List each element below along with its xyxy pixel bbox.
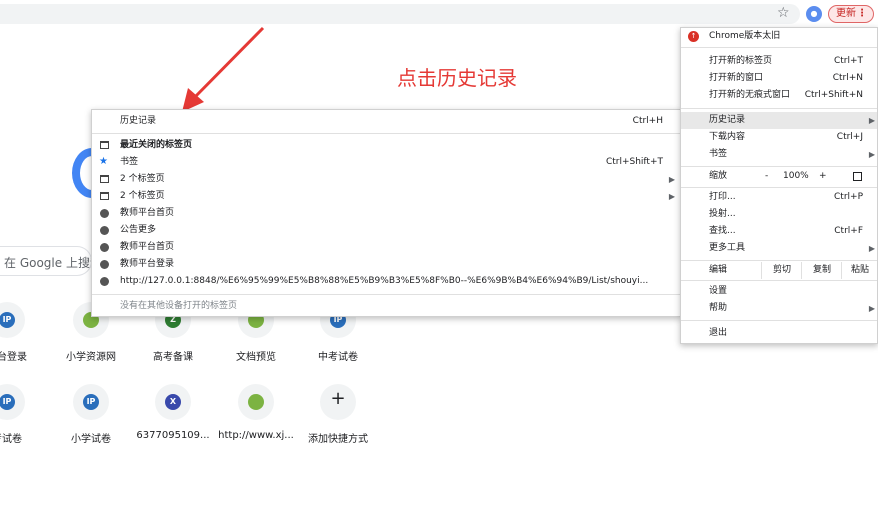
shortcut-tile[interactable]: IP 考试卷 [0,384,47,445]
history-entry[interactable]: 2 个标签页 ▶ [92,171,681,188]
site-favicon-icon: IP [0,302,25,338]
site-favicon-icon: X [155,384,191,420]
more-tools-item[interactable]: 更多工具 ▶ [681,240,877,257]
recently-closed-heading: 最近关闭的标签页 [92,137,681,154]
browser-toolbar: ☆ ● 更新 ⋮ [0,0,878,28]
history-entry[interactable]: 2 个标签页 ▶ [92,188,681,205]
globe-icon [100,243,109,252]
search-input[interactable]: 在 Google 上搜索 [0,246,102,276]
star-icon: ★ [99,156,108,167]
site-favicon-icon: IP [73,384,109,420]
new-window-item[interactable]: 打开新的窗口 Ctrl+N [681,70,877,87]
site-favicon-icon: IP [0,384,25,420]
menu-divider [681,108,877,109]
add-shortcut-icon: + [320,384,356,420]
history-page-item[interactable]: 历史记录 Ctrl+H [92,113,681,130]
menu-divider [92,133,681,134]
update-chrome-item[interactable]: ↑ Chrome版本太旧 [681,28,877,45]
shortcut-label: 小学资源网 [66,352,116,363]
chevron-right-icon: ▶ [668,192,675,201]
annotation-arrow-icon [182,26,265,112]
zoom-level: 100% [783,171,809,181]
exit-item[interactable]: 退出 [681,325,877,342]
zoom-out-button[interactable]: - [765,168,768,185]
tab-icon [100,175,109,183]
shortcut-tile[interactable]: + 添加快捷方式 [298,384,378,445]
history-entry[interactable]: 教师平台首页 [92,205,681,222]
incognito-item[interactable]: 打开新的无痕式窗口 Ctrl+Shift+N [681,87,877,104]
shortcut-tile[interactable]: IP 小学试卷 [51,384,131,445]
history-entry[interactable]: ★ 书签 Ctrl+Shift+T [92,154,681,171]
globe-icon [100,277,109,286]
shortcut-tile[interactable]: http://www.xj... [216,384,296,441]
chevron-right-icon: ▶ [868,150,875,159]
shortcut-label: 平台登录 [0,352,27,363]
chevron-right-icon: ▶ [868,304,875,313]
history-entry[interactable]: 教师平台登录 [92,256,681,273]
edit-row: 编辑 剪切 复制 粘贴 [681,262,877,279]
menu-divider [681,280,877,281]
update-button-label: 更新 [836,8,856,19]
settings-item[interactable]: 设置 [681,283,877,300]
menu-divider [92,294,681,295]
tab-icon [100,192,109,200]
fullscreen-icon[interactable] [853,172,862,181]
find-item[interactable]: 查找... Ctrl+F [681,223,877,240]
shortcut-label: 小学试卷 [71,434,111,445]
chevron-right-icon: ▶ [668,175,675,184]
chevron-right-icon: ▶ [868,116,875,125]
shortcut-tile[interactable]: X 6377095109... [133,384,213,441]
shortcut-label: 6377095109... [136,430,210,441]
address-bar[interactable] [0,4,800,24]
menu-divider [681,187,877,188]
chevron-right-icon: ▶ [868,244,875,253]
paste-button[interactable]: 粘贴 [841,262,878,279]
shortcut-label: 添加快捷方式 [308,434,368,445]
shortcut-label: 高考备课 [153,352,193,363]
globe-icon [100,260,109,269]
globe-icon [100,226,109,235]
search-placeholder: 在 Google 上搜索 [4,256,102,270]
kebab-menu-icon: ⋮ [857,8,867,19]
update-button[interactable]: 更新 ⋮ [828,5,874,23]
zoom-row: 缩放 - 100% + [681,168,877,185]
site-favicon-icon [238,384,274,420]
history-entry[interactable]: 教师平台首页 [92,239,681,256]
print-item[interactable]: 打印... Ctrl+P [681,189,877,206]
new-tab-item[interactable]: 打开新的标签页 Ctrl+T [681,53,877,70]
tab-icon [100,141,109,149]
history-submenu: 历史记录 Ctrl+H 最近关闭的标签页 ★ 书签 Ctrl+Shift+T 2 个标… [91,109,682,317]
shortcut-label: 文档预览 [236,352,276,363]
shortcut-label: 考试卷 [0,434,22,445]
menu-divider [681,47,877,48]
shortcut-label: 中考试卷 [318,352,358,363]
annotation-text: 点击历史记录 [397,66,517,90]
cast-item[interactable]: 投射... [681,206,877,223]
help-item[interactable]: 帮助 ▶ [681,300,877,317]
menu-divider [681,166,877,167]
other-devices-note: 没有在其他设备打开的标签页 [120,301,238,311]
shortcut-tile[interactable]: IP 平台登录 [0,302,47,363]
history-entry[interactable]: 公告更多 [92,222,681,239]
zoom-in-button[interactable]: + [819,168,827,185]
menu-divider [681,320,877,321]
history-entry[interactable]: http://127.0.0.1:8848/%E6%95%99%E5%B8%88… [92,273,681,290]
chrome-main-menu: ↑ Chrome版本太旧 打开新的标签页 Ctrl+T 打开新的窗口 Ctrl+… [680,27,878,344]
profile-avatar[interactable]: ● [806,6,822,22]
downloads-item[interactable]: 下载内容 Ctrl+J [681,129,877,146]
history-item[interactable]: 历史记录 ▶ [681,112,877,129]
cut-button[interactable]: 剪切 [761,262,802,279]
globe-icon [100,209,109,218]
copy-button[interactable]: 复制 [801,262,842,279]
bookmark-star-icon[interactable]: ☆ [777,5,790,21]
shortcut-label: http://www.xj... [218,430,294,441]
menu-divider [681,260,877,261]
bookmarks-item[interactable]: 书签 ▶ [681,146,877,163]
update-warning-icon: ↑ [688,31,699,42]
